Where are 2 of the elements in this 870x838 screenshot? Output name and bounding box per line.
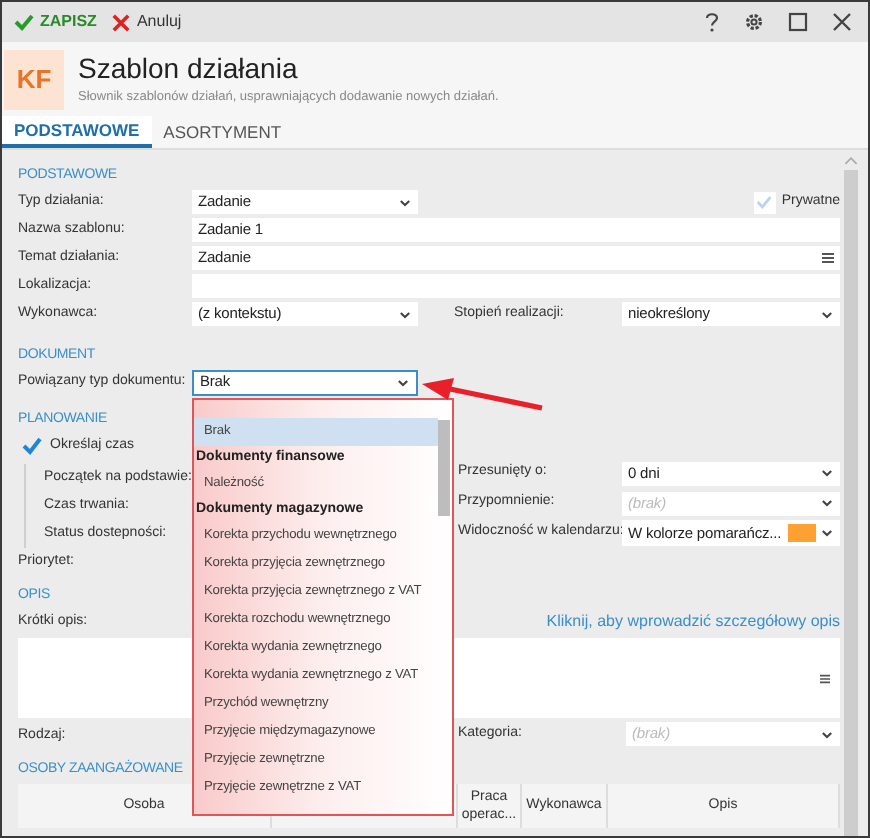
logo: KF bbox=[4, 49, 64, 109]
window-title: Szablon działania bbox=[78, 51, 300, 84]
